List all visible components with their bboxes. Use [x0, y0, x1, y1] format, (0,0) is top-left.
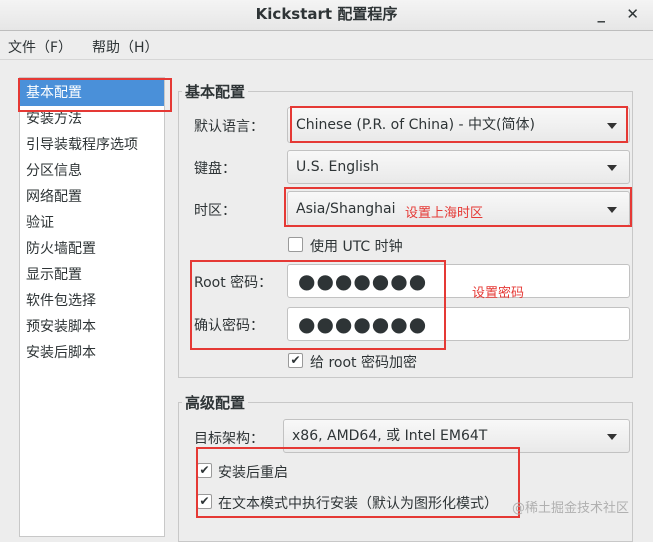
sidebar-item-display[interactable]: 显示配置: [20, 262, 164, 288]
annotation-box: [18, 78, 172, 112]
title-bar: Kickstart 配置程序 _ ✕: [0, 0, 653, 31]
menu-file[interactable]: 文件（F）: [8, 37, 72, 57]
menu-bar: 文件（F） 帮助（H）: [0, 31, 653, 60]
password-annotation: 设置密码: [472, 286, 525, 301]
keyboard-combo[interactable]: U.S. English: [287, 150, 630, 184]
keyboard-value: U.S. English: [296, 159, 380, 175]
annotation-box: [190, 260, 446, 350]
sidebar-item-packages[interactable]: 软件包选择: [20, 288, 164, 314]
sidebar-item-network[interactable]: 网络配置: [20, 184, 164, 210]
utc-label: 使用 UTC 时钟: [310, 239, 403, 255]
keyboard-label: 键盘：: [194, 161, 236, 177]
sidebar-item-post-script[interactable]: 安装后脚本: [20, 340, 164, 366]
sidebar-item-pre-script[interactable]: 预安装脚本: [20, 314, 164, 340]
watermark: @稀土掘金技术社区: [512, 501, 630, 516]
timezone-label: 时区：: [194, 203, 236, 219]
chevron-down-icon: [607, 165, 617, 171]
window-title: Kickstart 配置程序: [255, 5, 398, 23]
chevron-down-icon: [607, 434, 617, 440]
menu-help[interactable]: 帮助（H）: [92, 37, 159, 57]
language-label: 默认语言：: [194, 119, 264, 135]
sidebar-item-auth[interactable]: 验证: [20, 210, 164, 236]
utc-checkbox[interactable]: [288, 237, 303, 252]
sidebar-item-firewall[interactable]: 防火墙配置: [20, 236, 164, 262]
encrypt-label: 给 root 密码加密: [310, 355, 417, 371]
minimize-button[interactable]: _: [598, 0, 606, 28]
advanced-config-heading: 高级配置: [182, 392, 249, 413]
arch-label: 目标架构：: [194, 431, 264, 447]
close-button[interactable]: ✕: [626, 0, 639, 28]
timezone-annotation: 设置上海时区: [405, 206, 484, 221]
arch-value: x86, AMD64, 或 Intel EM64T: [292, 428, 488, 444]
sidebar-item-partition[interactable]: 分区信息: [20, 158, 164, 184]
basic-config-heading: 基本配置: [182, 81, 249, 102]
section-list: 基本配置 安装方法 引导装载程序选项 分区信息 网络配置 验证 防火墙配置 显示…: [19, 77, 165, 537]
annotation-box: [290, 106, 628, 143]
sidebar-item-bootloader[interactable]: 引导装载程序选项: [20, 132, 164, 158]
annotation-box: [196, 447, 520, 518]
encrypt-checkbox[interactable]: ✔: [288, 353, 303, 368]
